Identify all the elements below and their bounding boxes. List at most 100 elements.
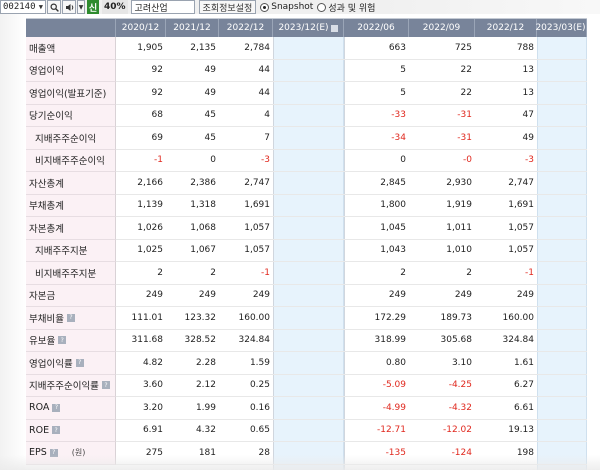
table-cell (537, 37, 587, 60)
row-label: 비지배주주순이익 (26, 149, 116, 172)
table-cell: 1,045 (344, 217, 409, 240)
table-cell: 1,800 (344, 195, 409, 217)
column-header[interactable]: 2023/12(E) (273, 19, 344, 37)
radio-snapshot[interactable]: Snapshot (260, 2, 313, 12)
row-label: 영업이익률? (26, 352, 116, 375)
table-cell: 663 (344, 37, 409, 60)
table-cell (273, 420, 344, 442)
table-cell: 324.84 (475, 330, 537, 352)
row-label: 당기순이익 (26, 104, 116, 127)
table-row[interactable]: 부채비율? 111.01 123.32 160.00 172.29 189.73 160.0… (26, 307, 587, 330)
table-cell: 49 (166, 82, 219, 105)
table-row[interactable]: 지배주주순이익률? 3.60 2.12 0.25 -5.09 -4.25 6.27 (26, 374, 587, 397)
table-row[interactable]: 비지배주주지분 2 2 -1 2 2 -1 (26, 262, 587, 285)
speaker-icon[interactable] (62, 0, 76, 14)
help-icon[interactable]: ? (52, 403, 61, 412)
table-row[interactable]: 자본총계 1,026 1,068 1,057 1,045 1,011 1,057 (26, 217, 587, 240)
table-cell: 3.20 (116, 397, 166, 420)
table-cell: -12.02 (409, 420, 475, 442)
row-label-text: 부채비율 (29, 313, 64, 325)
table-cell: -0 (409, 150, 475, 172)
table-cell: 1,010 (409, 240, 475, 262)
table-cell: 49 (166, 60, 219, 82)
table-row[interactable]: 지배주주순이익 69 45 7 -34 -31 49 (26, 127, 587, 150)
row-label: 지배주주순이익률? (26, 374, 116, 397)
table-cell: 249 (116, 285, 166, 307)
dropdown-icon[interactable]: ▼ (77, 0, 85, 14)
table-cell: 2 (344, 262, 409, 285)
table-cell: 1.61 (475, 352, 537, 375)
table-cell: 2,747 (219, 172, 273, 195)
table-row[interactable]: 부채총계 1,139 1,318 1,691 1,800 1,919 1,691 (26, 194, 587, 217)
table-row[interactable]: 유보율? 311.68 328.52 324.84 318.99 305.68 324.84 (26, 329, 587, 352)
table-cell: -1 (475, 262, 537, 285)
table-row[interactable]: ROA? 3.20 1.99 0.16 -4.99 -4.32 6.61 (26, 397, 587, 420)
table-row[interactable]: 당기순이익 68 45 4 -33 -31 47 (26, 104, 587, 127)
stock-code-value: 002140 (3, 2, 36, 12)
table-cell: 1,068 (166, 217, 219, 240)
table-cell: 19.13 (475, 420, 537, 442)
table-cell (537, 195, 587, 217)
table-cell: 249 (475, 285, 537, 307)
row-label: 지배주주순이익 (26, 127, 116, 150)
table-cell: 69 (116, 127, 166, 150)
table-cell: 5 (344, 60, 409, 82)
table-cell: 1.59 (219, 352, 273, 375)
table-row[interactable]: 지배주주지분 1,025 1,067 1,057 1,043 1,010 1,057 (26, 239, 587, 262)
table-cell: 6.61 (475, 397, 537, 420)
help-icon[interactable]: ? (101, 381, 110, 390)
row-label-text: 지배주주순이익 (35, 133, 97, 145)
table-cell: 1,057 (219, 217, 273, 240)
table-cell: 1,318 (166, 195, 219, 217)
bottom-edge (0, 455, 600, 470)
row-label-text: ROE (29, 424, 50, 436)
help-icon[interactable]: ? (52, 426, 61, 435)
table-row[interactable]: ROE? 6.91 4.32 0.65 -12.71 -12.02 19.13 (26, 419, 587, 442)
estimate-toggle-icon[interactable] (330, 24, 338, 32)
table-cell: 2,135 (166, 37, 219, 60)
table-row[interactable]: 영업이익(발표기준) 92 49 44 5 22 13 (26, 82, 587, 105)
table-row[interactable]: 영업이익 92 49 44 5 22 13 (26, 59, 587, 82)
table-row[interactable]: 영업이익률? 4.82 2.28 1.59 0.80 3.10 1.61 (26, 352, 587, 375)
row-label: 자산총계 (26, 172, 116, 195)
column-header[interactable]: 2023/03(E) (535, 19, 587, 37)
table-cell: 318.99 (344, 330, 409, 352)
row-label: 자본총계 (26, 217, 116, 240)
chevron-down-icon[interactable]: ▼ (39, 3, 43, 11)
company-name-field[interactable]: 고려산업 (130, 0, 195, 14)
column-header[interactable]: 2021/12 (166, 19, 219, 37)
column-header[interactable]: 2022/09 (409, 19, 475, 37)
table-cell: 0 (344, 150, 409, 172)
column-header[interactable]: 2022/12 (475, 19, 537, 37)
table-cell: 44 (219, 82, 273, 105)
table-cell (537, 150, 587, 172)
row-label: 유보율? (26, 329, 116, 352)
row-label: 영업이익 (26, 59, 116, 82)
stock-code-input[interactable]: 002140 ▼ (0, 0, 46, 14)
table-cell (537, 127, 587, 150)
column-header[interactable]: 2022/12 (219, 19, 273, 37)
search-icon[interactable] (47, 0, 61, 14)
radio-unselected-icon (317, 2, 327, 12)
table-cell: 249 (344, 285, 409, 307)
row-label-text: 영업이익률 (29, 358, 73, 370)
column-header-label: 2022/12 (486, 23, 525, 33)
column-header[interactable]: 2022/06 (344, 19, 409, 37)
help-icon[interactable]: ? (75, 358, 84, 367)
row-label-text: 지배주주지분 (35, 246, 88, 258)
table-row[interactable]: 비지배주주순이익 -1 0 -3 0 -0 -3 (26, 149, 587, 172)
help-icon[interactable]: ? (66, 313, 75, 322)
table-cell (273, 195, 344, 217)
column-header-label: 2022/09 (422, 23, 461, 33)
help-icon[interactable]: ? (58, 336, 67, 345)
table-row[interactable]: 자본금 249 249 249 249 249 249 (26, 284, 587, 307)
row-label-text: 비지배주주지분 (35, 268, 97, 280)
radio-performance-risk[interactable]: 성과 및 위험 (317, 1, 375, 14)
table-row[interactable]: 자산총계 2,166 2,386 2,747 2,845 2,930 2,747 (26, 172, 587, 195)
column-header[interactable]: 2020/12 (116, 19, 166, 37)
settings-button[interactable]: 조회정보설정 (198, 0, 257, 14)
table-row[interactable]: 매출액 1,905 2,135 2,784 663 725 788 (26, 37, 587, 60)
table-cell (273, 262, 344, 285)
header-corner (26, 19, 116, 37)
financial-summary-table: 2020/12 2021/12 2022/12 2023/12(E) 2022/06 20… (26, 18, 587, 470)
